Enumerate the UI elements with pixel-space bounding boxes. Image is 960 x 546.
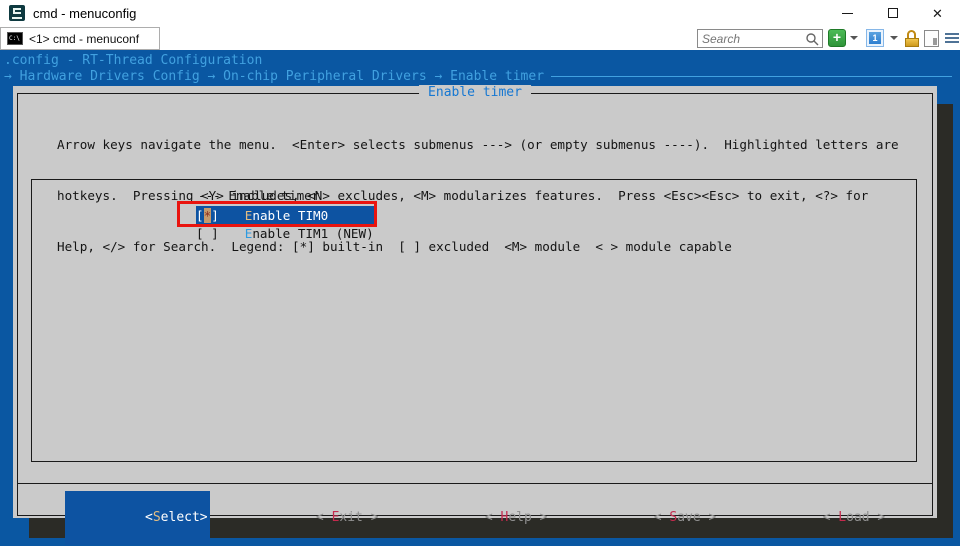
buttons-separator [17,483,933,484]
cmd-icon: C:\ [7,32,23,45]
instruction-line: Arrow keys navigate the menu. <Enter> se… [57,137,899,152]
button-text: < [484,510,501,525]
menu-item-enable-tim1[interactable]: [ ] E nable TIM1 (NEW) [196,225,374,242]
console-number-badge: 1 [869,32,881,44]
tab-cmd-menuconfig[interactable]: C:\ <1> cmd - menuconf [0,27,160,50]
search-box [697,29,823,48]
new-console-button[interactable]: + [828,29,846,47]
selection-annotation-rectangle [177,201,377,227]
terminal-screen: .config - RT-Thread Configuration → Hard… [0,50,960,546]
minimize-icon [842,12,853,14]
item-label: nable TIM1 (NEW) [252,226,374,241]
breadcrumb-text: → Hardware Drivers Config → On-chip Peri… [4,69,545,84]
button-text: oad > [846,510,886,525]
conemu-window: cmd - menuconfig ✕ C:\ <1> cmd - menucon… [0,0,960,546]
window-title: cmd - menuconfig [33,5,137,21]
console-list-button[interactable]: 1 [866,29,884,47]
button-text: < [822,510,839,525]
lock-icon[interactable] [904,30,919,47]
close-button[interactable]: ✕ [915,0,960,26]
button-text: < [315,510,332,525]
maximize-button[interactable] [870,0,915,26]
menuconfig-dialog: Enable timer Arrow keys navigate the men… [13,85,937,545]
breadcrumb: → Hardware Drivers Config → On-chip Peri… [4,69,952,84]
load-button[interactable]: < Load > [744,491,886,545]
lock-shackle [907,30,916,38]
lock-body [904,38,919,47]
new-console-dropdown-icon[interactable] [850,36,858,40]
menu-listbox: --- Enable timer [ * ] E nable TIM0 [ ] … [31,179,917,462]
tab-bar: C:\ <1> cmd - menuconf + 1 [0,26,960,50]
button-text: elect> [160,510,208,525]
conemu-glyph-underline [12,17,22,19]
button-text: < [653,510,670,525]
config-title-line: .config - RT-Thread Configuration [4,53,263,68]
conemu-glyph [13,8,21,14]
dialog-title: Enable timer [419,85,531,100]
button-text: xit > [339,510,379,525]
help-button[interactable]: < Help > [407,491,548,545]
minimize-button[interactable] [825,0,870,26]
button-text: < [145,510,153,525]
search-input[interactable] [698,31,805,46]
view-panel-icon[interactable] [924,30,939,47]
tab-label: <1> cmd - menuconf [29,31,140,46]
button-text: ave > [677,510,717,525]
title-bar: cmd - menuconfig ✕ [0,0,960,26]
exit-button[interactable]: < Exit > [238,491,379,545]
search-icon [806,32,819,45]
item-hotkey: E [244,226,253,241]
checkbox-empty: [ ] [196,226,219,241]
conemu-app-icon [9,5,25,21]
breadcrumb-rule [551,76,952,77]
console-list-dropdown-icon[interactable] [890,36,898,40]
window-controls: ✕ [825,0,960,26]
button-text: elp > [508,510,548,525]
button-hotkey: S [152,510,161,525]
dialog-buttons: <Select> < Exit > < Help > < Save > < Lo… [13,491,937,545]
save-button[interactable]: < Save > [575,491,717,545]
button-hotkey: L [838,510,847,525]
close-icon: ✕ [932,5,943,21]
dialog-shadow-right [937,104,953,538]
view-panel-strip [933,38,937,45]
select-button[interactable]: <Select> [64,491,210,545]
maximize-icon [887,8,898,18]
menu-hamburger-icon[interactable] [945,33,959,45]
